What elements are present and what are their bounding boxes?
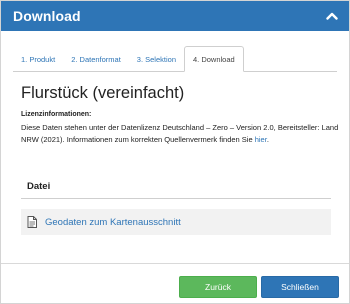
back-button[interactable]: Zurück: [179, 276, 257, 298]
file-row[interactable]: Geodaten zum Kartenausschnitt: [21, 209, 331, 235]
tab-produkt[interactable]: 1. Produkt: [13, 47, 63, 71]
license-title: Lizenzinformationen:: [21, 111, 92, 118]
geodata-download-link[interactable]: Geodaten zum Kartenausschnitt: [45, 217, 181, 228]
close-button[interactable]: Schließen: [261, 276, 339, 298]
license-end: .: [266, 134, 269, 144]
dialog-title: Download: [13, 8, 81, 24]
tab-selektion[interactable]: 3. Selektion: [129, 47, 184, 71]
chevron-up-icon: [326, 12, 338, 20]
dialog-footer: Zurück Schließen: [1, 263, 349, 304]
document-icon: [27, 216, 39, 228]
download-dialog: Download 1. Produkt 2. Datenformat 3. Se…: [0, 0, 350, 304]
file-table: Datei Geodaten zum Kartenausschnitt: [21, 175, 331, 235]
dialog-titlebar: Download: [1, 1, 349, 31]
license-link[interactable]: hier: [255, 135, 267, 144]
product-heading: Flurstück (vereinfacht): [21, 84, 185, 102]
tab-download[interactable]: 4. Download: [184, 46, 244, 72]
license-body: Diese Daten stehen unter der Datenlizenz…: [21, 123, 339, 144]
collapse-button[interactable]: [325, 10, 339, 22]
wizard-tabs: 1. Produkt 2. Datenformat 3. Selektion 4…: [13, 45, 337, 72]
tab-datenformat[interactable]: 2. Datenformat: [63, 47, 129, 71]
file-column-header: Datei: [21, 175, 331, 199]
license-text: Diese Daten stehen unter der Datenlizenz…: [21, 122, 339, 145]
